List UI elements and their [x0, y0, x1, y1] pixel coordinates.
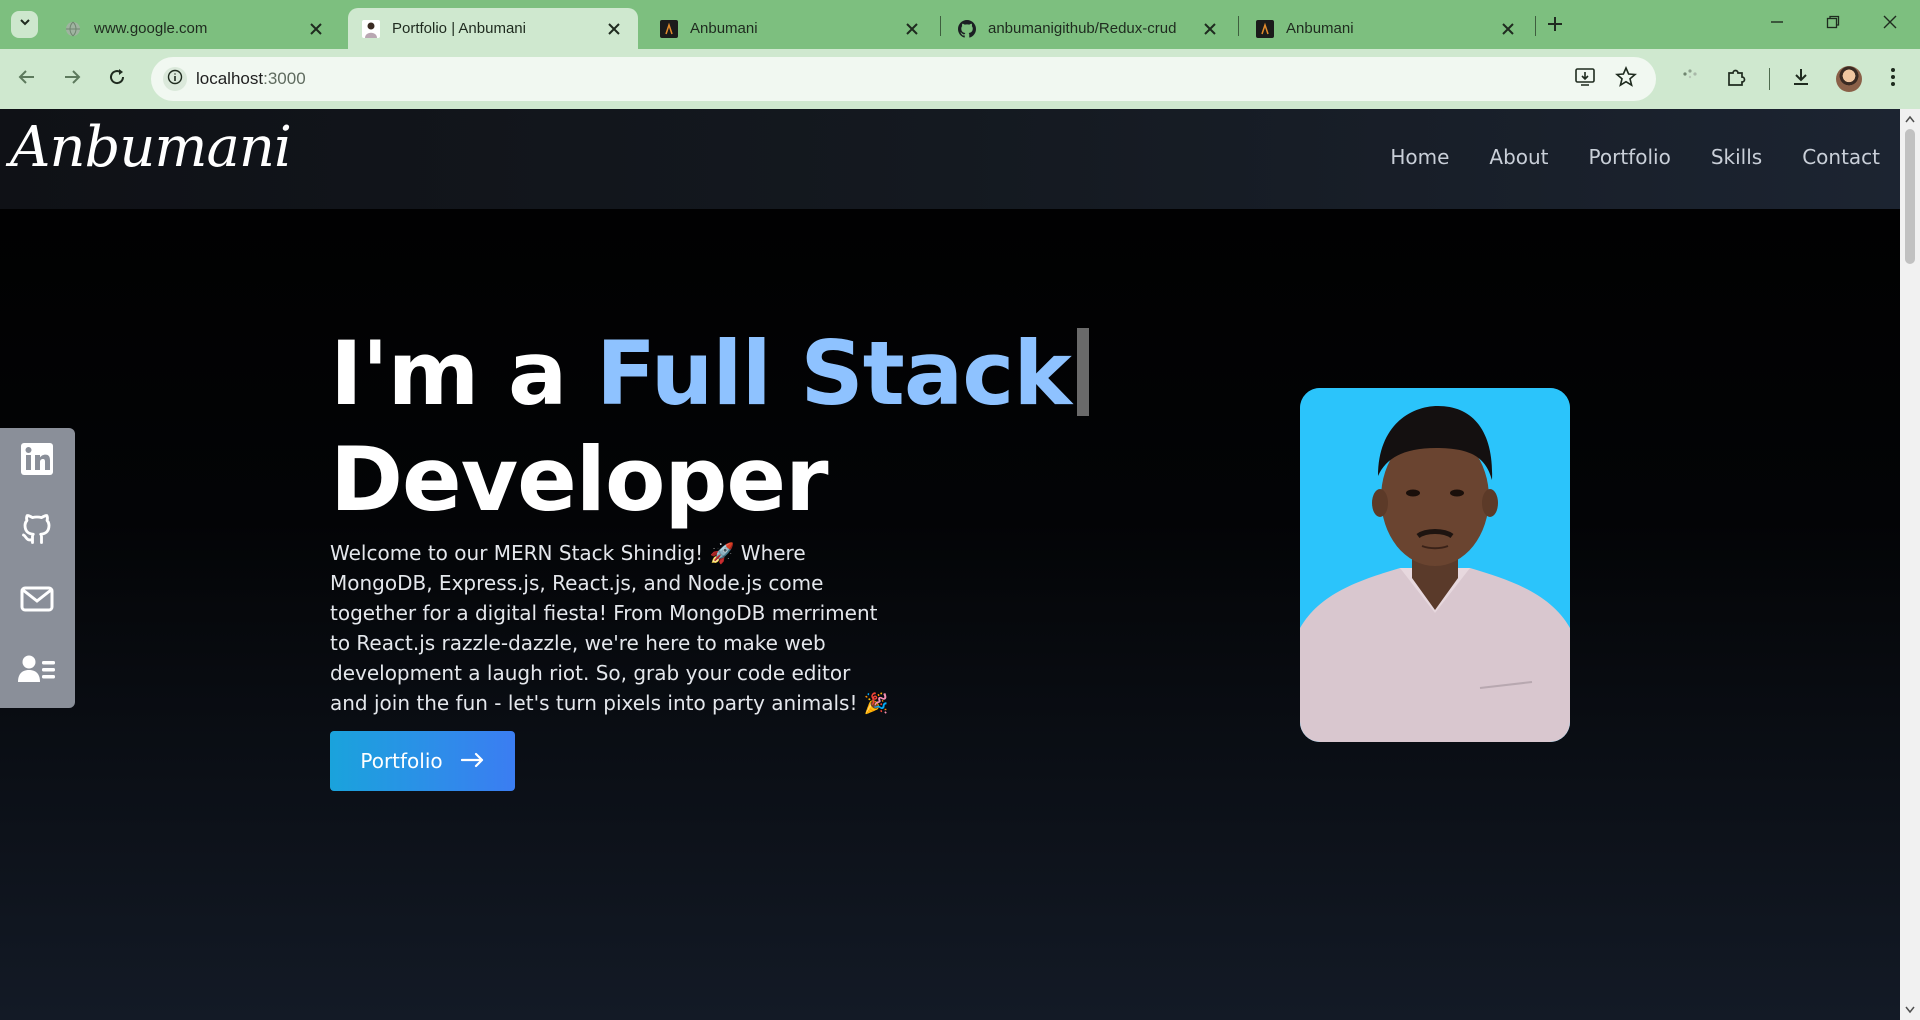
chevron-down-icon [18, 15, 32, 34]
hero-description: Welcome to our MERN Stack Shindig! 🚀 Whe… [330, 541, 889, 715]
tab-separator [1535, 16, 1536, 36]
site-logo[interactable]: Anbumani [10, 115, 292, 180]
linkedin-link[interactable] [18, 442, 56, 480]
resume-link[interactable] [18, 652, 56, 690]
github-link[interactable] [18, 512, 56, 550]
back-button[interactable] [12, 64, 42, 94]
nav-portfolio[interactable]: Portfolio [1589, 145, 1671, 169]
plus-icon [1547, 16, 1563, 37]
url-text[interactable]: localhost:3000 [196, 69, 306, 89]
hero-title-prefix: I'm a [330, 322, 597, 425]
tab-title: anbumanigithub/Redux-crud [988, 20, 1177, 37]
hero-title-line1: I'm a Full Stack [330, 321, 1089, 427]
dark-a-favicon [660, 19, 678, 38]
hero-title: I'm a Full Stack Developer [330, 321, 1089, 533]
profile-avatar[interactable] [1836, 66, 1862, 92]
forward-button[interactable] [57, 64, 87, 94]
minimize-icon [1770, 15, 1784, 34]
reload-button[interactable] [102, 64, 132, 94]
close-icon[interactable] [1200, 19, 1220, 39]
tab-github[interactable]: anbumanigithub/Redux-crud [944, 8, 1234, 49]
scrollbar-thumb[interactable] [1905, 129, 1915, 264]
profile-photo [1300, 388, 1570, 742]
toolbar-separator [1769, 68, 1770, 90]
close-icon[interactable] [1498, 19, 1518, 39]
bookmark-button[interactable] [1614, 65, 1638, 93]
close-window-button[interactable] [1870, 10, 1910, 38]
contact-card-icon [17, 651, 57, 692]
typing-cursor [1076, 328, 1089, 416]
github-icon [19, 511, 55, 552]
dark-a-favicon [1256, 19, 1274, 38]
browser-toolbar: localhost:3000 [0, 49, 1920, 109]
nav-links: Home About Portfolio Skills Contact [1390, 145, 1880, 169]
page-scrollbar[interactable] [1900, 109, 1920, 1020]
tab-anbumani-2[interactable]: Anbumani [1242, 8, 1532, 49]
puzzle-icon [1725, 66, 1747, 93]
portfolio-button[interactable]: Portfolio [330, 731, 515, 791]
tab-title: Anbumani [690, 20, 758, 37]
tab-title: Anbumani [1286, 20, 1354, 37]
close-icon[interactable] [306, 19, 326, 39]
minimize-button[interactable] [1757, 10, 1797, 38]
close-icon[interactable] [902, 19, 922, 39]
url-host: localhost [196, 69, 264, 88]
arrow-right-icon [460, 749, 485, 773]
reload-icon [107, 67, 127, 92]
spinner-icon [1680, 67, 1700, 92]
url-port: :3000 [263, 69, 306, 88]
install-icon [1574, 66, 1596, 93]
tab-separator [940, 16, 941, 36]
tab-portfolio[interactable]: Portfolio | Anbumani [348, 8, 638, 49]
hero-title-accent: Full Stack [596, 322, 1072, 425]
arrow-right-icon [62, 67, 82, 92]
tab-anbumani-1[interactable]: Anbumani [646, 8, 936, 49]
site-info-button[interactable] [163, 67, 187, 91]
email-link[interactable] [18, 582, 56, 620]
new-tab-button[interactable] [1542, 13, 1568, 39]
arrow-left-icon [17, 67, 37, 92]
install-app-button[interactable] [1573, 67, 1597, 91]
nav-home[interactable]: Home [1390, 145, 1449, 169]
site-navbar: Anbumani Home About Portfolio Skills Con… [0, 109, 1900, 209]
caret-down-icon [1905, 1001, 1915, 1019]
close-icon [1883, 15, 1897, 34]
scroll-down-arrow[interactable] [1904, 1004, 1916, 1016]
nav-about[interactable]: About [1489, 145, 1548, 169]
portfolio-button-label: Portfolio [360, 749, 443, 773]
loading-extension-button[interactable] [1677, 66, 1703, 92]
tab-search-button[interactable] [11, 11, 38, 38]
social-sidebar [0, 428, 75, 708]
linkedin-icon [19, 441, 55, 482]
info-icon [167, 69, 183, 90]
close-icon[interactable] [604, 19, 624, 39]
hero-title-line2: Developer [330, 428, 828, 531]
globe-icon [64, 20, 82, 38]
address-bar[interactable]: localhost:3000 [151, 57, 1656, 101]
github-icon [958, 19, 976, 38]
star-icon [1615, 65, 1637, 93]
kebab-menu-icon [1890, 67, 1896, 92]
nav-contact[interactable]: Contact [1802, 145, 1880, 169]
tab-separator [1238, 16, 1239, 36]
tab-title: www.google.com [94, 20, 208, 37]
downloads-button[interactable] [1788, 66, 1814, 92]
tab-title: Portfolio | Anbumani [392, 20, 526, 37]
tab-strip: www.google.com Portfolio | Anbumani Anbu… [0, 0, 1920, 49]
download-icon [1790, 66, 1812, 93]
caret-up-icon [1905, 110, 1915, 128]
mail-icon [19, 581, 55, 622]
scroll-up-arrow[interactable] [1904, 113, 1916, 125]
restore-button[interactable] [1813, 10, 1853, 38]
extensions-button[interactable] [1723, 66, 1749, 92]
browser-menu-button[interactable] [1880, 66, 1906, 92]
nav-skills[interactable]: Skills [1711, 145, 1762, 169]
restore-icon [1826, 15, 1840, 34]
portrait-favicon [362, 19, 380, 38]
tab-google[interactable]: www.google.com [50, 8, 340, 49]
web-page: Anbumani Home About Portfolio Skills Con… [0, 109, 1900, 1020]
